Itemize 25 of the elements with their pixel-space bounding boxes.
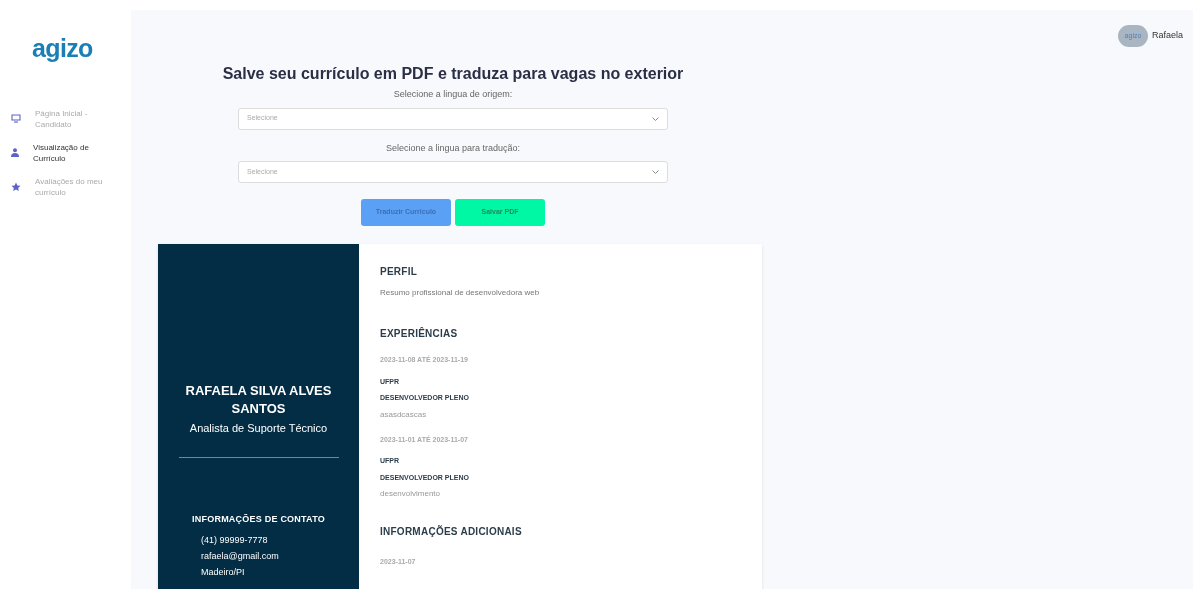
resume-name: RAFAELA SILVA ALVES SANTOS [184,382,333,418]
section-heading: PERFIL [380,265,418,279]
job-description: asasdcascas [380,408,427,421]
profile-text: Resumo profissional de desenvolvedora web [380,287,540,299]
section-heading: EXPERIÊNCIAS [380,326,458,341]
star-icon [11,181,21,192]
logo: agizo [32,33,94,64]
sidebar-item[interactable]: Visualização de Currículo [0,141,131,164]
chevron-icon [652,116,659,121]
job-description: desenvolvimento [380,488,441,500]
sidebar-item[interactable]: Página Inicial - Candidato [0,107,131,130]
field-label: Selecione a lingua de origem: [393,88,513,101]
monitor-icon [11,114,21,123]
page-title: Salve seu currículo em PDF e traduza para vagas no exterior [222,64,684,84]
contact-text: rafaela@gmail.com [201,550,280,562]
chevron-icon [652,170,659,174]
user-name[interactable]: Rafaela [1151,29,1183,43]
person-icon [11,148,19,157]
field-label: Selecione a lingua para tradução: [385,141,521,155]
section-heading: INFORMAÇÕES DE CONTATO [192,512,325,526]
sidebar-item[interactable]: Avaliações do meu currículo [0,175,131,198]
resume-role: Analista de Suporte Técnico [189,421,328,436]
contact-text: Madeiro/PI [201,566,246,578]
contact-text: (41) 99999-7778 [201,534,269,546]
section-heading: INFORMAÇÕES ADICIONAIS [380,524,522,539]
